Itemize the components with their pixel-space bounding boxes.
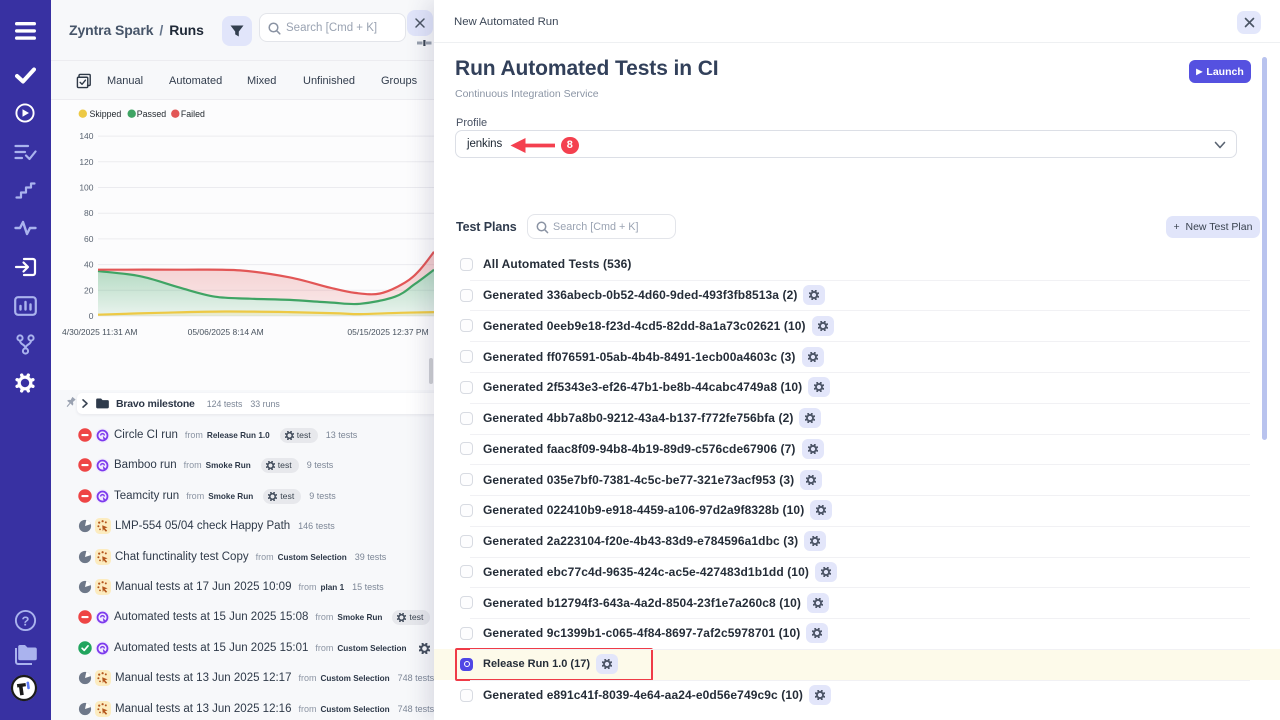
svg-text:140: 140 bbox=[79, 131, 93, 141]
svg-text:05/15/2025 12:37 PM: 05/15/2025 12:37 PM bbox=[347, 327, 428, 337]
svg-text:4/30/2025 11:31 AM: 4/30/2025 11:31 AM bbox=[62, 327, 137, 337]
svg-text:80: 80 bbox=[84, 208, 94, 218]
svg-text:20: 20 bbox=[84, 285, 94, 295]
svg-text:100: 100 bbox=[79, 183, 93, 193]
svg-text:Skipped: Skipped bbox=[90, 109, 122, 119]
svg-text:120: 120 bbox=[79, 157, 93, 167]
svg-text:40: 40 bbox=[84, 260, 94, 270]
svg-text:0: 0 bbox=[89, 311, 94, 321]
svg-text:Failed: Failed bbox=[181, 109, 205, 119]
svg-text:Passed: Passed bbox=[137, 109, 166, 119]
svg-text:?: ? bbox=[22, 613, 30, 628]
svg-text:05/06/2025 8:14 AM: 05/06/2025 8:14 AM bbox=[188, 327, 264, 337]
svg-text:60: 60 bbox=[84, 234, 94, 244]
